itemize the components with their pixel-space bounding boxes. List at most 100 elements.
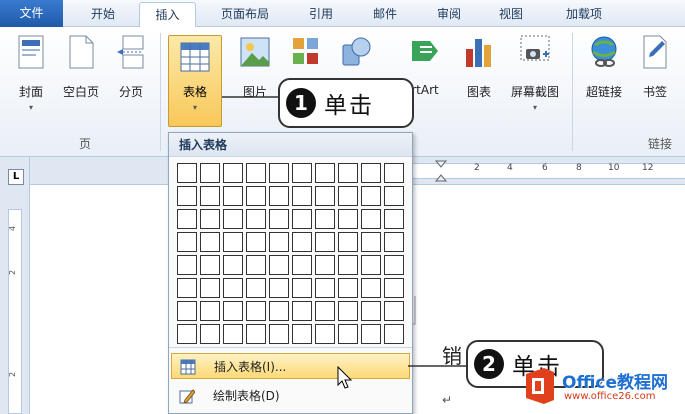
table-grid-cell[interactable]: [361, 163, 381, 183]
table-grid-cell[interactable]: [200, 232, 220, 252]
table-grid-cell[interactable]: [200, 255, 220, 275]
table-grid-cell[interactable]: [338, 163, 358, 183]
table-grid-cell[interactable]: [177, 324, 197, 344]
table-grid-cell[interactable]: [338, 186, 358, 206]
table-grid-cell[interactable]: [384, 324, 404, 344]
screenshot-button[interactable]: 屏幕截图 ▾: [502, 27, 568, 127]
table-grid-cell[interactable]: [338, 324, 358, 344]
table-grid-cell[interactable]: [361, 278, 381, 298]
table-grid-cell[interactable]: [361, 324, 381, 344]
table-grid-cell[interactable]: [246, 163, 266, 183]
tab-page-layout[interactable]: 页面布局: [204, 2, 286, 27]
table-grid-cell[interactable]: [200, 186, 220, 206]
table-grid-cell[interactable]: [223, 301, 243, 321]
tab-home[interactable]: 开始: [74, 2, 132, 27]
table-grid-cell[interactable]: [292, 186, 312, 206]
picture-button[interactable]: 图片: [232, 27, 278, 127]
table-grid-cell[interactable]: [246, 232, 266, 252]
table-grid-cell[interactable]: [246, 209, 266, 229]
draw-table-menu-item[interactable]: 绘制表格(D): [171, 383, 410, 409]
table-grid-cell[interactable]: [292, 232, 312, 252]
tab-view[interactable]: 视图: [482, 2, 540, 27]
table-grid-cell[interactable]: [177, 209, 197, 229]
table-grid-cell[interactable]: [384, 301, 404, 321]
table-grid-cell[interactable]: [384, 232, 404, 252]
table-grid-cell[interactable]: [315, 324, 335, 344]
table-grid-cell[interactable]: [269, 209, 289, 229]
table-grid-cell[interactable]: [200, 324, 220, 344]
table-grid-cell[interactable]: [338, 209, 358, 229]
table-grid-cell[interactable]: [269, 278, 289, 298]
table-grid-cell[interactable]: [315, 163, 335, 183]
table-grid-cell[interactable]: [315, 186, 335, 206]
table-grid-cell[interactable]: [246, 186, 266, 206]
table-grid-cell[interactable]: [269, 186, 289, 206]
table-grid-cell[interactable]: [200, 209, 220, 229]
table-grid-cell[interactable]: [315, 255, 335, 275]
table-grid-cell[interactable]: [223, 209, 243, 229]
table-button[interactable]: 表格 ▾: [168, 35, 222, 127]
indent-marker-icon[interactable]: [434, 159, 448, 183]
table-grid-cell[interactable]: [315, 278, 335, 298]
table-grid-cell[interactable]: [315, 209, 335, 229]
table-grid-cell[interactable]: [223, 255, 243, 275]
table-grid-cell[interactable]: [292, 209, 312, 229]
table-grid-cell[interactable]: [177, 301, 197, 321]
table-grid-cell[interactable]: [361, 209, 381, 229]
tab-references[interactable]: 引用: [292, 2, 350, 27]
table-grid-cell[interactable]: [177, 278, 197, 298]
table-grid-cell[interactable]: [269, 163, 289, 183]
table-grid-cell[interactable]: [384, 255, 404, 275]
table-grid-cell[interactable]: [361, 255, 381, 275]
table-grid-cell[interactable]: [338, 278, 358, 298]
table-grid-cell[interactable]: [177, 186, 197, 206]
insert-table-menu-item[interactable]: 插入表格(I)...: [171, 353, 410, 379]
tab-mailings[interactable]: 邮件: [356, 2, 414, 27]
table-grid-cell[interactable]: [361, 301, 381, 321]
hyperlink-button[interactable]: 超链接: [578, 27, 630, 127]
table-grid-cell[interactable]: [292, 255, 312, 275]
table-grid-cell[interactable]: [223, 278, 243, 298]
cover-button[interactable]: 封面 ▾: [8, 27, 54, 127]
table-grid-cell[interactable]: [338, 255, 358, 275]
chart-button[interactable]: 图表: [456, 27, 502, 127]
table-grid-cell[interactable]: [223, 163, 243, 183]
table-grid-cell[interactable]: [200, 301, 220, 321]
table-grid-cell[interactable]: [338, 232, 358, 252]
tab-selector[interactable]: L: [8, 169, 24, 185]
table-grid-cell[interactable]: [292, 278, 312, 298]
tab-review[interactable]: 审阅: [420, 2, 478, 27]
bookmark-button[interactable]: 书签: [632, 27, 678, 127]
table-grid-cell[interactable]: [269, 301, 289, 321]
table-grid-cell[interactable]: [246, 278, 266, 298]
table-grid-cell[interactable]: [315, 232, 335, 252]
table-grid-cell[interactable]: [246, 324, 266, 344]
table-grid-cell[interactable]: [269, 324, 289, 344]
table-grid-cell[interactable]: [177, 163, 197, 183]
table-grid-cell[interactable]: [246, 301, 266, 321]
table-grid-cell[interactable]: [269, 232, 289, 252]
table-grid-cell[interactable]: [200, 278, 220, 298]
table-grid-cell[interactable]: [269, 255, 289, 275]
tab-addins[interactable]: 加载项: [548, 2, 620, 27]
table-grid-cell[interactable]: [177, 255, 197, 275]
table-grid-cell[interactable]: [246, 255, 266, 275]
table-grid-cell[interactable]: [292, 324, 312, 344]
tab-insert[interactable]: 插入: [139, 2, 196, 28]
table-grid-cell[interactable]: [223, 186, 243, 206]
table-grid-cell[interactable]: [223, 232, 243, 252]
table-grid-cell[interactable]: [292, 301, 312, 321]
table-grid-cell[interactable]: [384, 209, 404, 229]
table-grid-cell[interactable]: [384, 278, 404, 298]
table-grid-cell[interactable]: [361, 186, 381, 206]
table-grid-cell[interactable]: [384, 186, 404, 206]
table-grid-cell[interactable]: [338, 301, 358, 321]
table-size-grid[interactable]: [177, 163, 404, 344]
table-grid-cell[interactable]: [384, 163, 404, 183]
tab-file[interactable]: 文件: [0, 0, 63, 27]
table-grid-cell[interactable]: [292, 163, 312, 183]
table-grid-cell[interactable]: [200, 163, 220, 183]
blank-page-button[interactable]: 空白页: [56, 27, 106, 127]
table-grid-cell[interactable]: [315, 301, 335, 321]
table-grid-cell[interactable]: [223, 324, 243, 344]
